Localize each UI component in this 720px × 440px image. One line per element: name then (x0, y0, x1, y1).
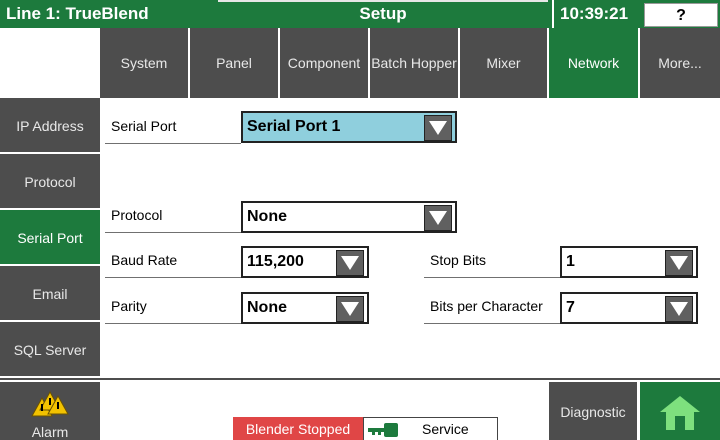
key-icon (368, 423, 398, 437)
chevron-down-icon (424, 205, 452, 231)
side-tab-sql-server[interactable]: SQL Server (0, 322, 100, 378)
alarm-warning-icon (31, 390, 69, 417)
parity-value: None (247, 299, 287, 316)
bits-per-character-label: Bits per Character (424, 288, 560, 324)
tab-batch-hopper[interactable]: Batch Hopper (370, 28, 460, 98)
home-icon (660, 396, 700, 430)
bits-per-character-select[interactable]: 7 (560, 292, 698, 324)
title-bar: Line 1: TrueBlend Setup 10:39:21 ? (0, 0, 720, 28)
protocol-value: None (247, 208, 287, 225)
service-mode-indicator: Service (363, 417, 498, 440)
baud-rate-label: Baud Rate (105, 242, 241, 278)
help-button[interactable]: ? (644, 3, 718, 27)
serial-port-select[interactable]: Serial Port 1 (241, 111, 457, 143)
chevron-down-icon (665, 296, 693, 322)
screen-title: Setup (218, 0, 548, 24)
top-tab-bar: System Panel Component Batch Hopper Mixe… (0, 28, 720, 98)
serial-port-settings-panel: Serial Port Serial Port 1 Protocol None … (100, 98, 720, 378)
blender-status-indicator: Blender Stopped (233, 417, 363, 440)
line-name: Line 1: TrueBlend (6, 4, 149, 23)
chevron-down-icon (336, 296, 364, 322)
footer-bar: Alarm Blender Stopped Service Diagnostic (0, 378, 720, 440)
stop-bits-select[interactable]: 1 (560, 246, 698, 278)
parity-select[interactable]: None (241, 292, 369, 324)
serial-port-label: Serial Port (105, 108, 241, 144)
side-tab-protocol[interactable]: Protocol (0, 154, 100, 210)
stop-bits-label: Stop Bits (424, 242, 560, 278)
tab-system[interactable]: System (100, 28, 190, 98)
chevron-down-icon (424, 115, 452, 141)
chevron-down-icon (665, 250, 693, 276)
tab-panel[interactable]: Panel (190, 28, 280, 98)
chevron-down-icon (336, 250, 364, 276)
alarm-label: Alarm (31, 424, 69, 440)
top-tab-spacer (0, 28, 100, 98)
alarm-button[interactable]: Alarm (0, 382, 100, 440)
diagnostic-button[interactable]: Diagnostic (549, 382, 637, 440)
bits-per-character-value: 7 (566, 299, 575, 316)
tab-network[interactable]: Network (549, 28, 640, 98)
serial-port-value: Serial Port 1 (247, 118, 341, 135)
side-tab-serial-port[interactable]: Serial Port (0, 210, 100, 266)
side-tab-ip-address[interactable]: IP Address (0, 98, 100, 154)
protocol-label: Protocol (105, 197, 241, 233)
clock: 10:39:21 (552, 0, 642, 28)
tab-more[interactable]: More... (640, 28, 720, 98)
side-tab-email[interactable]: Email (0, 266, 100, 322)
baud-rate-value: 115,200 (247, 253, 304, 270)
stop-bits-value: 1 (566, 253, 575, 270)
tab-component[interactable]: Component (280, 28, 370, 98)
service-label: Service (422, 421, 469, 437)
baud-rate-select[interactable]: 115,200 (241, 246, 369, 278)
protocol-select[interactable]: None (241, 201, 457, 233)
home-button[interactable] (640, 382, 720, 440)
parity-label: Parity (105, 288, 241, 324)
tab-mixer[interactable]: Mixer (460, 28, 549, 98)
